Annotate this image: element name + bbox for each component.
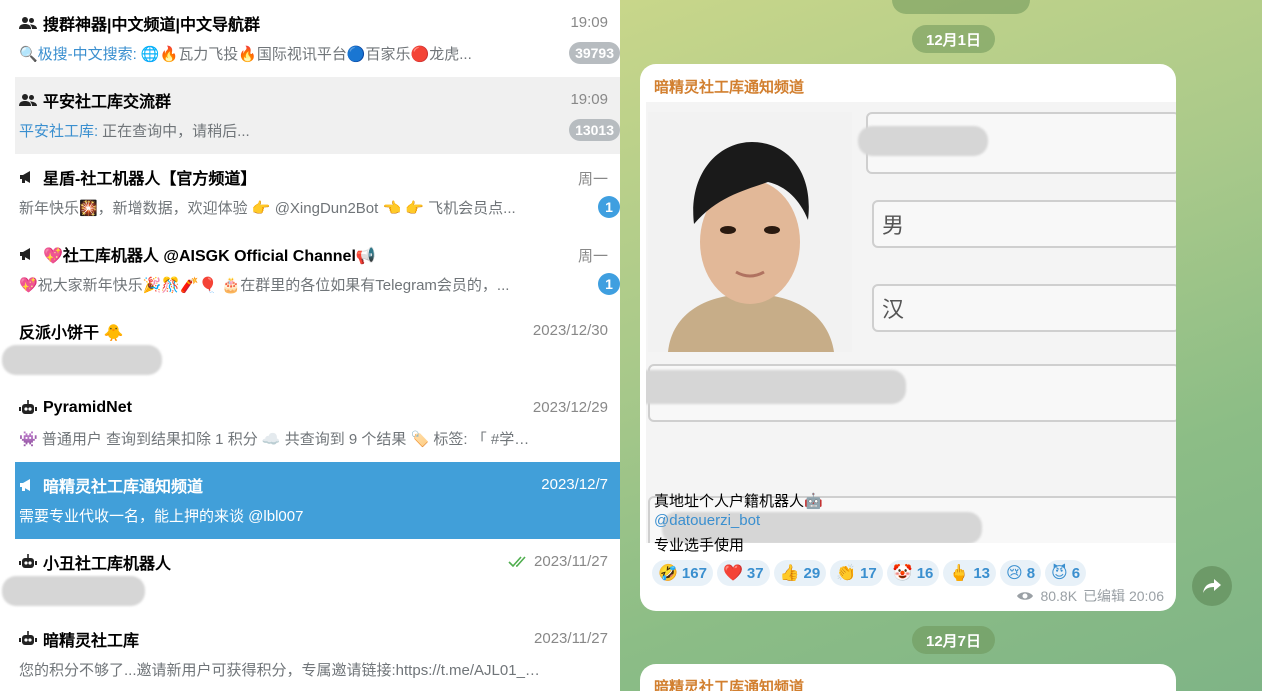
share-button[interactable]: [1192, 566, 1232, 606]
reaction-middle-finger[interactable]: 🖕 13: [943, 560, 996, 586]
group-icon: [19, 14, 39, 32]
preview-text: 👾 普通用户 查询到结果扣除 1 积分 ☁️ 共查询到 9 个结果 🏷️ 标签:…: [19, 430, 557, 448]
group-icon: [19, 91, 39, 109]
unread-badge: 39793: [569, 42, 620, 64]
redacted-name: [858, 126, 988, 156]
chat-item-pingan-group[interactable]: 平安社工库交流群 19:09 平安社工库: 正在查询中，请稍后... 13013: [15, 77, 620, 154]
redacted-preview: [2, 576, 145, 606]
post-caption-link[interactable]: @datouerzi_bot: [654, 512, 760, 529]
preview-text: 💖祝大家新年快乐🎉🎊🧨🎈 🎂在群里的各位如果有Telegram会员的，...: [19, 276, 510, 294]
post-channel-name[interactable]: 暗精灵社工库通知频道: [654, 676, 804, 691]
chat-item-anjingling-bot[interactable]: 暗精灵社工库 2023/11/27 您的积分不够了...邀请新用户可获得积分，专…: [15, 616, 620, 691]
post-caption-line3: 专业选手使用: [654, 537, 745, 554]
preview-text: 您的积分不够了...邀请新用户可获得积分，专属邀请链接:https://t.me…: [19, 661, 567, 679]
chat-title: 暗精灵社工库通知频道: [43, 479, 204, 496]
chat-time: 2023/11/27: [534, 630, 608, 647]
chat-list: 搜群神器|中文频道|中文导航群 19:09 🔍极搜-中文搜索: 🌐🔥瓦力飞投🔥国…: [0, 0, 620, 691]
reaction-thumbs-up[interactable]: 👍 29: [773, 560, 827, 586]
portrait-image: [648, 112, 852, 352]
eye-icon: [1017, 592, 1034, 600]
id-gender: 男: [882, 214, 905, 239]
preview-text: 🌐🔥瓦力飞投🔥国际视讯平台🔵百家乐🔴龙虎...: [140, 45, 472, 63]
chat-time: 2023/12/30: [532, 322, 608, 339]
bot-icon: [19, 553, 39, 571]
channel-post[interactable]: 暗精灵社工库通知频道 男 汉 真地址个人户籍机器人🤖 @datouerzi_bo…: [640, 64, 1176, 611]
chat-time: 19:09: [570, 91, 608, 108]
chat-time: 周一: [577, 171, 608, 188]
reaction-clown[interactable]: 🤡 16: [886, 560, 940, 586]
chat-item-xingdun-channel[interactable]: 星盾-社工机器人【官方频道】 周一 新年快乐🎇，新增数据，欢迎体验 👉 @Xin…: [15, 154, 620, 231]
id-field-gender: 男: [872, 200, 1176, 248]
megaphone-icon: [19, 245, 39, 263]
redacted-address: [646, 370, 906, 404]
chat-time: 2023/12/7: [541, 476, 608, 493]
chat-title: 小丑社工库机器人: [43, 556, 172, 573]
unread-badge: 1: [598, 196, 620, 218]
view-count: 80.8K: [1040, 588, 1078, 604]
unread-badge: 1: [598, 273, 620, 295]
chat-item-search-group[interactable]: 搜群神器|中文频道|中文导航群 19:09 🔍极搜-中文搜索: 🌐🔥瓦力飞投🔥国…: [15, 0, 620, 77]
share-arrow-icon: [1203, 579, 1221, 593]
bot-icon: [19, 399, 39, 417]
reaction-heart[interactable]: ❤️ 37: [716, 560, 770, 586]
post-caption-line1: 真地址个人户籍机器人🤖: [654, 493, 823, 510]
preview-text: 正在查询中，请稍后...: [102, 122, 250, 140]
preview-sender: 平安社工库:: [19, 122, 99, 140]
chat-title: 暗精灵社工库: [43, 633, 140, 650]
post-channel-name[interactable]: 暗精灵社工库通知频道: [654, 76, 804, 97]
date-chip: 12月7日: [912, 626, 996, 654]
chat-title: 反派小饼干 🐥: [19, 325, 124, 342]
chat-time-text: 2023/11/27: [534, 553, 608, 570]
redacted-preview: [2, 345, 162, 375]
date-chip-top: [892, 0, 1030, 14]
read-checkmarks-icon: [508, 555, 526, 567]
chat-time: 2023/11/27: [508, 553, 608, 570]
chat-title: PyramidNet: [43, 399, 132, 416]
chat-item-aisgk-channel[interactable]: 💖社工库机器人 @AISGK Official Channel📢 周一 💖祝大家…: [15, 231, 620, 308]
edited-time: 已编辑 20:06: [1083, 588, 1164, 604]
chat-title: 平安社工库交流群: [43, 94, 172, 111]
megaphone-icon: [19, 168, 39, 186]
chat-time: 周一: [577, 248, 608, 265]
channel-post-next[interactable]: 暗精灵社工库通知频道: [640, 664, 1176, 691]
chat-time: 2023/12/29: [532, 399, 608, 416]
chat-title: 星盾-社工机器人【官方频道】: [43, 171, 257, 188]
chat-title: 搜群神器|中文频道|中文导航群: [43, 17, 260, 34]
id-field-ethnicity: 汉: [872, 284, 1176, 332]
bot-icon: [19, 630, 39, 648]
date-chip: 12月1日: [912, 25, 996, 53]
reaction-clap[interactable]: 👏 17: [830, 560, 883, 586]
chat-title: 💖社工库机器人 @AISGK Official Channel📢: [43, 248, 376, 265]
megaphone-icon: [19, 476, 39, 494]
post-photo[interactable]: 男 汉: [646, 102, 1176, 543]
id-ethnicity: 汉: [882, 298, 905, 323]
unread-badge: 13013: [569, 119, 620, 141]
preview-text: 需要专业代收一名，能上押的来谈 @lbl007: [19, 507, 304, 525]
chat-time: 19:09: [570, 14, 608, 31]
preview-text: 新年快乐🎇，新增数据，欢迎体验 👉 @XingDun2Bot 👈 👉 飞机会员点…: [19, 199, 516, 217]
chat-item-pyramidnet[interactable]: PyramidNet 2023/12/29 👾 普通用户 查询到结果扣除 1 积…: [15, 385, 620, 462]
reaction-rofl[interactable]: 🤣 167: [652, 560, 713, 586]
reaction-bar: 🤣 167 ❤️ 37 👍 29 👏 17 🤡 16 🖕 13 😢 8 😈 6: [652, 560, 1087, 586]
chat-area: 12月1日 暗精灵社工库通知频道 男 汉 真地址个人户籍机器人🤖 @datoue…: [620, 0, 1262, 691]
chat-item-anjingling-channel[interactable]: 暗精灵社工库通知频道 2023/12/7 需要专业代收一名，能上押的来谈 @lb…: [15, 462, 620, 539]
preview-sender: 🔍极搜-中文搜索:: [19, 45, 137, 63]
reaction-cry[interactable]: 😢 8: [1000, 560, 1042, 586]
reaction-devil[interactable]: 😈 6: [1045, 560, 1087, 586]
post-meta: 80.8K 已编辑 20:06: [1016, 586, 1164, 606]
